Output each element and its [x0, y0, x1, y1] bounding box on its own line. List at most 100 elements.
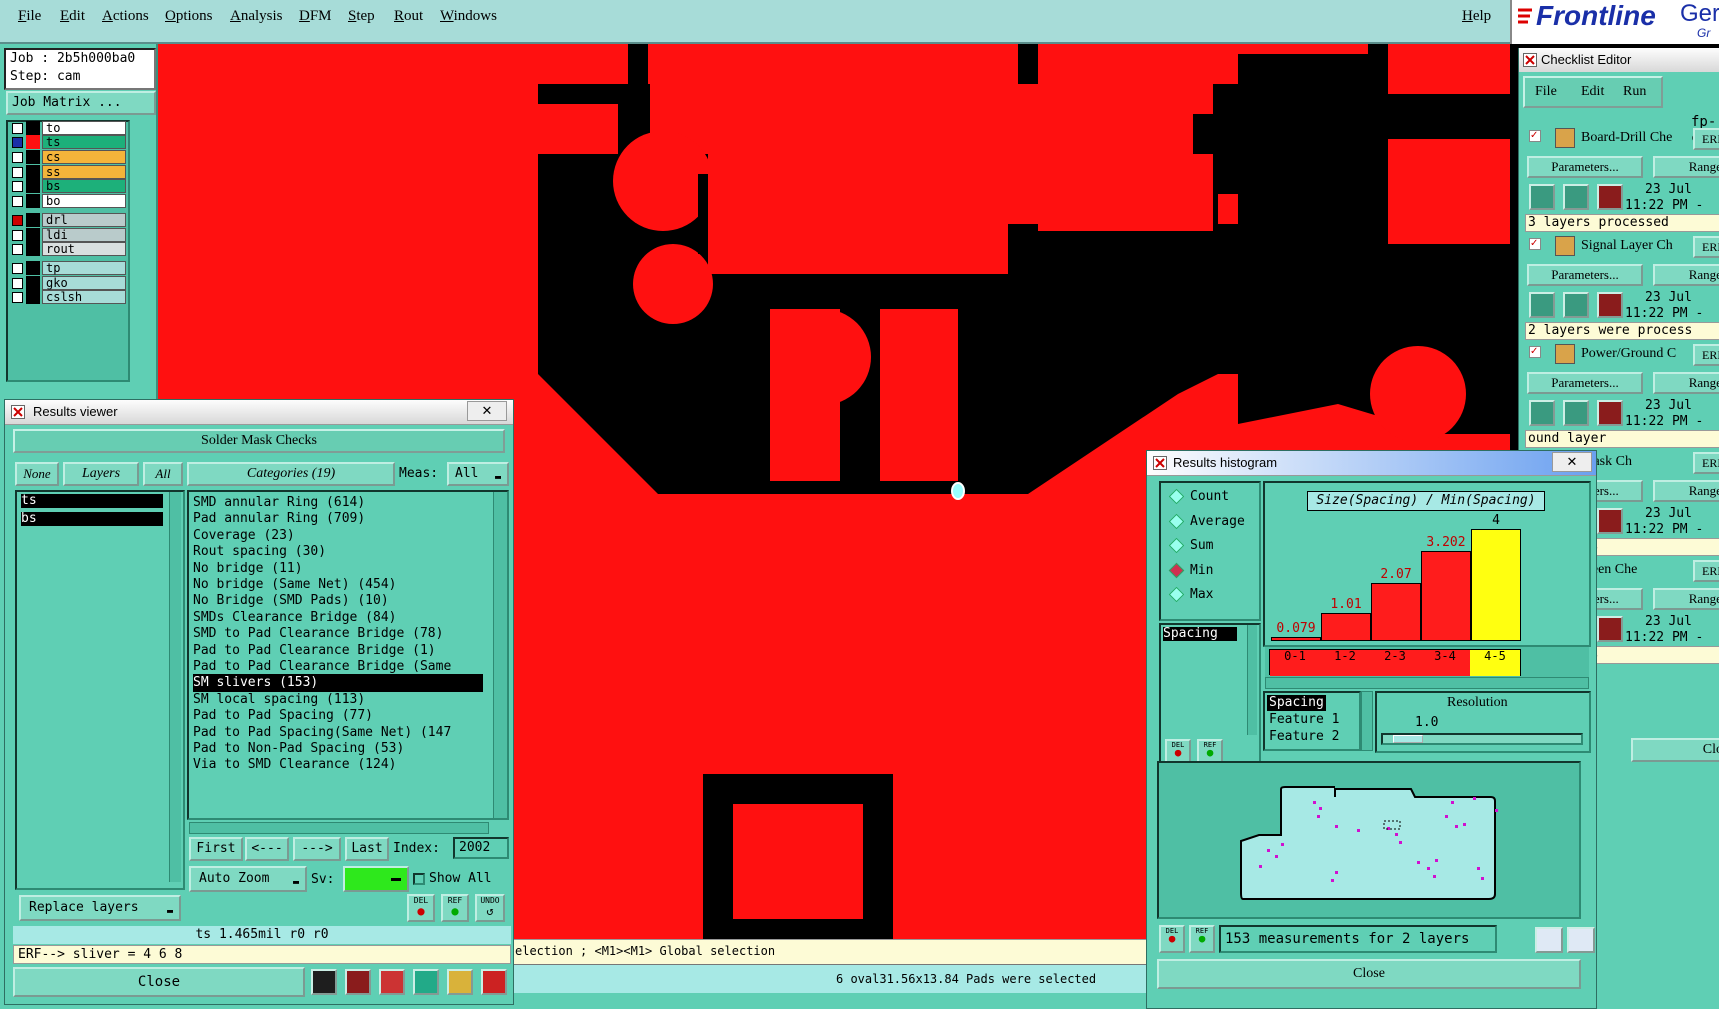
- feature-item[interactable]: Feature 1: [1267, 712, 1341, 728]
- selected-layers-list[interactable]: ts bs: [15, 490, 185, 890]
- replace-layers-select[interactable]: Replace layers ▬: [19, 895, 181, 921]
- histogram-bar[interactable]: [1321, 612, 1371, 641]
- feature-list[interactable]: Spacing Feature 1 Feature 2: [1263, 691, 1361, 751]
- layer-row-cslsh[interactable]: cslsh: [10, 290, 126, 304]
- menu-actions[interactable]: Actions: [102, 8, 149, 25]
- selected-layer-item[interactable]: bs: [21, 512, 163, 526]
- menu-help[interactable]: Help: [1462, 8, 1491, 25]
- layer-checkbox[interactable]: [12, 123, 23, 134]
- erf-button[interactable]: ERF: [1693, 452, 1719, 474]
- category-item[interactable]: Pad to Pad Spacing(Same Net) (147: [193, 724, 451, 742]
- histogram-close-button[interactable]: Close: [1157, 959, 1581, 989]
- histogram-titlebar[interactable]: Results histogram ✕: [1147, 451, 1596, 476]
- layer-row-ts[interactable]: ts: [10, 135, 126, 149]
- network-icon[interactable]: [379, 969, 405, 995]
- zoom-select[interactable]: Auto Zoom ▬: [189, 866, 307, 892]
- layer-checkbox[interactable]: [12, 263, 23, 274]
- del-button[interactable]: DEL ●: [407, 894, 435, 922]
- parameters-button[interactable]: Parameters...: [1527, 156, 1643, 178]
- category-item[interactable]: SMD to Pad Clearance Bridge (78): [193, 625, 443, 643]
- layer-checkbox[interactable]: [12, 181, 23, 192]
- layer-row-gko[interactable]: gko: [10, 276, 126, 290]
- none-button[interactable]: None: [15, 462, 59, 486]
- mode-radio-count[interactable]: Count: [1168, 488, 1229, 505]
- sort-icon[interactable]: [413, 969, 439, 995]
- checklist-menu-edit[interactable]: Edit: [1581, 84, 1604, 100]
- first-button[interactable]: First: [189, 837, 243, 861]
- board-preview[interactable]: [1157, 761, 1581, 919]
- stop-icon[interactable]: [1597, 184, 1623, 210]
- mode-radio-min[interactable]: Min: [1168, 562, 1213, 578]
- category-item[interactable]: Pad annular Ring (709): [193, 510, 365, 528]
- menu-dfm[interactable]: DFM: [299, 8, 332, 25]
- category-item[interactable]: Pad to Pad Clearance Bridge (Same: [193, 658, 451, 676]
- mode-radio-average[interactable]: Average: [1168, 513, 1245, 529]
- layer-checkbox[interactable]: [12, 196, 23, 207]
- stop-icon[interactable]: [1597, 508, 1623, 534]
- category-item[interactable]: Rout spacing (30): [193, 543, 326, 561]
- selected-layer-item[interactable]: ts: [21, 494, 163, 508]
- categories-scrollbar[interactable]: [493, 492, 507, 818]
- feature-item[interactable]: Spacing: [1267, 695, 1326, 711]
- zoom-board-icon[interactable]: [1535, 927, 1563, 953]
- categories-hscrollbar[interactable]: [189, 822, 489, 834]
- measure-list[interactable]: Spacing DEL ● REF ●: [1159, 623, 1261, 773]
- menu-step[interactable]: Step: [348, 8, 375, 25]
- mode-radio-sum[interactable]: Sum: [1168, 537, 1213, 554]
- category-item[interactable]: Pad to Non-Pad Spacing (53): [193, 740, 404, 758]
- menu-options[interactable]: Options: [165, 8, 213, 25]
- mode-radio-max[interactable]: Max: [1168, 586, 1213, 603]
- layer-checkbox[interactable]: [12, 167, 23, 178]
- job-matrix-button[interactable]: Job Matrix ...: [6, 91, 156, 115]
- menu-file[interactable]: File: [18, 8, 41, 25]
- resolution-slider[interactable]: [1381, 733, 1583, 745]
- erf-button[interactable]: ERF: [1693, 560, 1719, 582]
- stop-icon[interactable]: [1597, 400, 1623, 426]
- last-button[interactable]: Last: [345, 837, 389, 861]
- feature-scrollbar[interactable]: [1361, 691, 1373, 751]
- checklist-menu-file[interactable]: File: [1535, 84, 1557, 100]
- ranges-button[interactable]: Ranges: [1653, 156, 1719, 178]
- person-icon[interactable]: [311, 969, 337, 995]
- ranges-button[interactable]: Ranges: [1653, 588, 1719, 610]
- histogram-bar[interactable]: [1471, 529, 1521, 641]
- layer-row-rout[interactable]: rout: [10, 242, 126, 256]
- box-icon[interactable]: [345, 969, 371, 995]
- close-button[interactable]: Close: [13, 967, 305, 997]
- category-item[interactable]: Pad to Pad Clearance Bridge (1): [193, 642, 436, 660]
- category-item[interactable]: No Bridge (SMD Pads) (10): [193, 592, 389, 610]
- category-item[interactable]: Via to SMD Clearance (124): [193, 756, 397, 774]
- ref-button[interactable]: REF ●: [441, 894, 469, 922]
- menu-edit[interactable]: Edit: [60, 8, 85, 25]
- layer-row-ldi[interactable]: ldi: [10, 228, 126, 242]
- erf-button[interactable]: ERF: [1693, 236, 1719, 258]
- menu-windows[interactable]: Windows: [440, 8, 497, 25]
- ranges-button[interactable]: Ranges: [1653, 480, 1719, 502]
- report-icon[interactable]: [447, 969, 473, 995]
- histogram-bar[interactable]: [1371, 583, 1421, 641]
- ranges-button[interactable]: Ranges: [1653, 372, 1719, 394]
- feature-item[interactable]: Feature 2: [1267, 729, 1341, 745]
- category-item[interactable]: Coverage (23): [193, 527, 295, 545]
- parameters-button[interactable]: Parameters...: [1527, 264, 1643, 286]
- layer-row-to[interactable]: to: [10, 121, 126, 135]
- histogram-plot[interactable]: 0.079 1.01 2.07 3.202 4: [1269, 513, 1585, 641]
- undo-button[interactable]: UNDO ↺: [475, 894, 505, 922]
- categories-list[interactable]: SMD annular Ring (614) Pad annular Ring (…: [187, 490, 509, 820]
- prev-button[interactable]: <---: [245, 837, 289, 861]
- show-all-checkbox[interactable]: [413, 873, 425, 885]
- run-icon[interactable]: [1529, 292, 1555, 318]
- category-item[interactable]: No bridge (11): [193, 560, 303, 578]
- layer-row-ss[interactable]: ss: [10, 165, 126, 179]
- checklist-titlebar[interactable]: Checklist Editor: [1519, 48, 1719, 72]
- menu-analysis[interactable]: Analysis: [230, 8, 283, 25]
- hist-del-button-bottom[interactable]: DEL ●: [1159, 925, 1185, 953]
- category-item[interactable]: SM local spacing (113): [193, 691, 365, 709]
- run-all-icon[interactable]: [1563, 292, 1589, 318]
- stop-icon[interactable]: [1597, 616, 1623, 642]
- layer-row-bo[interactable]: bo: [10, 194, 126, 208]
- layer-row-tp[interactable]: tp: [10, 261, 126, 275]
- run-icon[interactable]: [1529, 184, 1555, 210]
- next-button[interactable]: --->: [293, 837, 341, 861]
- ranges-button[interactable]: Ranges: [1653, 264, 1719, 286]
